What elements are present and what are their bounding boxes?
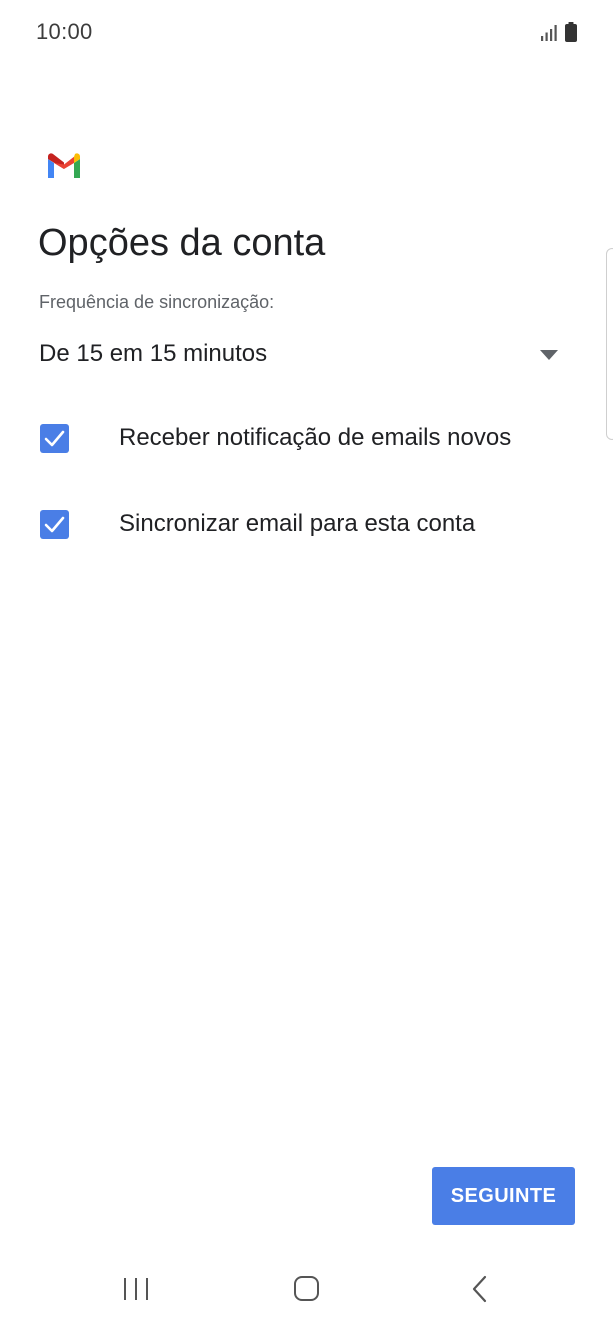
status-time: 10:00	[36, 19, 93, 44]
sync-frequency-label: Frequência de sincronização:	[39, 292, 275, 312]
sync-frequency-value: De 15 em 15 minutos	[39, 340, 268, 367]
status-bar: 10:00	[0, 0, 613, 64]
check-icon	[44, 516, 65, 533]
back-icon[interactable]	[466, 1274, 492, 1304]
sync-frequency-dropdown[interactable]: De 15 em 15 minutos	[38, 330, 568, 380]
gmail-logo	[48, 153, 80, 178]
recents-icon[interactable]	[118, 1275, 154, 1303]
edge-panel-handle[interactable]	[606, 248, 613, 440]
notify-new-emails-label: Receber notificação de emails novos	[119, 424, 512, 451]
dropdown-arrow-icon	[540, 350, 558, 360]
sync-email-option[interactable]: Sincronizar email para esta conta	[38, 496, 568, 552]
page-title: Opções da conta	[38, 222, 326, 264]
notify-new-emails-checkbox[interactable]	[40, 424, 69, 453]
check-icon	[44, 430, 65, 447]
next-button[interactable]: SEGUINTE	[432, 1167, 575, 1225]
battery-icon	[565, 22, 577, 42]
sync-email-label: Sincronizar email para esta conta	[119, 510, 476, 537]
navigation-bar	[0, 1250, 613, 1330]
home-icon[interactable]	[290, 1274, 324, 1304]
notify-new-emails-option[interactable]: Receber notificação de emails novos	[38, 410, 568, 466]
sync-email-checkbox[interactable]	[40, 510, 69, 539]
signal-icon	[541, 25, 557, 41]
